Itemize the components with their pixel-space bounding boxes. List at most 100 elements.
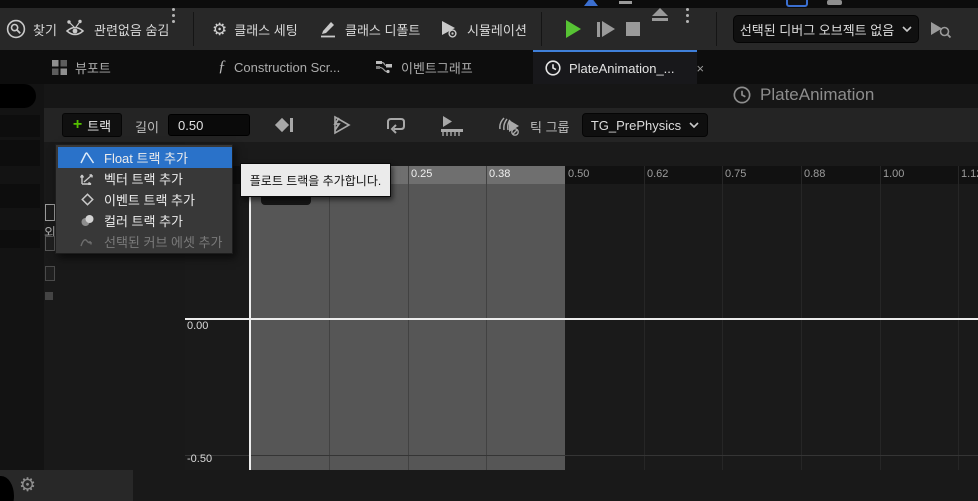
menu-item-add-selected-curve-asset[interactable]: 선택된 커브 에셋 추가 [58, 231, 232, 252]
tab-event-graph-label: 이벤트그래프 [401, 60, 473, 76]
add-track-label: 트랙 [87, 118, 112, 134]
viewport-grid-icon [52, 59, 67, 75]
length-input[interactable] [168, 114, 250, 136]
hide-unrelated-label: 관련없음 숨김 [94, 22, 170, 38]
ruler-tick-label: 1.00 [883, 168, 905, 180]
tab-plate-animation-active[interactable]: PlateAnimation_... × [533, 50, 704, 84]
ruler-tick-label: 0.50 [568, 168, 590, 180]
ruler-tick-label: 0.75 [725, 168, 747, 180]
timeline-panel-header: PlateAnimation [44, 84, 978, 108]
hide-unrelated-button[interactable]: 관련없음 숨김 [63, 8, 169, 50]
last-keyframe-icon[interactable] [274, 115, 296, 135]
tick-group-value: TG_PrePhysics [590, 117, 682, 133]
frame-skip-button[interactable] [597, 8, 615, 50]
tab-construction-script[interactable]: ƒ Construction Scr... [218, 50, 340, 84]
pencil-icon [318, 20, 338, 38]
function-icon: ƒ [218, 58, 226, 75]
gear-icon[interactable]: ⚙ [19, 476, 36, 495]
ruler-tick-label: 0.38 [489, 168, 511, 180]
left-panel-clipped [0, 84, 44, 501]
bottom-strip [133, 470, 978, 501]
chevron-down-icon [689, 122, 699, 128]
frame-skip-icon [597, 21, 615, 37]
menu-item-label: 선택된 커브 에셋 추가 [104, 235, 223, 250]
clipped-gray-icon [619, 1, 632, 4]
debug-filter-button[interactable] [928, 8, 952, 50]
play-button[interactable] [566, 8, 581, 50]
outliner-bottom-toolbar: ⚙ [0, 470, 133, 501]
playhead-line[interactable] [249, 166, 251, 470]
clock-icon [733, 86, 751, 104]
document-tab-bar: 뷰포트 ƒ Construction Scr... 이벤트그래프 PlateAn… [0, 50, 978, 84]
ruler-tick-label: 0.88 [804, 168, 826, 180]
tab-viewport[interactable]: 뷰포트 [52, 50, 111, 84]
timeline-title-label: PlateAnimation [760, 85, 875, 104]
debug-object-dropdown[interactable]: 선택된 디버그 오브젝트 없음 [733, 15, 919, 43]
tick-group-label: 틱 그룹 [530, 120, 570, 135]
main-toolbar: 찾기 관련없음 숨김 ⚙ 클래스 세팅 클래스 디폴트 시뮬레이션 선택된 디버… [0, 8, 978, 50]
timeline-toolbar: + 트랙 길이 틱 그룹 TG_PrePhysics [44, 108, 978, 142]
clipped-pill-button [0, 84, 36, 108]
clipped-top-row [0, 0, 978, 8]
loop-icon[interactable] [384, 115, 408, 135]
tick-group-dropdown[interactable]: TG_PrePhysics [582, 113, 708, 137]
toolbar-separator [541, 12, 542, 46]
tab-active-label: PlateAnimation_... [569, 60, 675, 76]
class-settings-button[interactable]: ⚙ 클래스 세팅 [212, 8, 298, 50]
ruler-tick-label: 0.25 [411, 168, 433, 180]
y-axis-label-neg: -0.50 [187, 453, 213, 465]
tab-close-icon[interactable]: × [697, 61, 705, 76]
tab-construction-label: Construction Scr... [234, 59, 341, 75]
class-defaults-label: 클래스 디폴트 [345, 22, 421, 38]
debug-object-label: 선택된 디버그 오브젝트 없음 [739, 22, 895, 38]
class-defaults-button[interactable]: 클래스 디폴트 [318, 8, 420, 50]
clipped-track-field [45, 236, 55, 251]
timeline-panel: PlateAnimation + 트랙 길이 0.50 틱 그룹 TG_PreP… [44, 84, 978, 470]
menu-item-label: Float 트랙 추가 [104, 151, 188, 166]
unreal-blueprint-editor-window: 찾기 관련없음 숨김 ⚙ 클래스 세팅 클래스 디폴트 시뮬레이션 선택된 디버… [0, 0, 978, 501]
toolbar-separator [716, 12, 717, 46]
chevron-down-icon [902, 26, 912, 32]
ruler-tick-label: 1.12 [961, 168, 978, 180]
clipped-blue-icon [584, 0, 598, 6]
tab-viewport-label: 뷰포트 [75, 60, 111, 76]
ignore-external-curves-icon[interactable] [496, 115, 522, 137]
menu-item-add-vector-track[interactable]: 벡터 트랙 추가 [58, 168, 232, 189]
stop-button[interactable] [626, 8, 640, 50]
eject-button[interactable] [652, 8, 668, 50]
menu-item-label: 이벤트 트랙 추가 [104, 193, 195, 208]
search-icon [6, 19, 26, 39]
menu-item-add-float-track[interactable]: Float 트랙 추가 [58, 147, 232, 168]
menu-item-add-event-track[interactable]: 이벤트 트랙 추가 [58, 189, 232, 210]
color-track-icon [80, 214, 95, 227]
clipped-gray-icon-2 [827, 0, 842, 5]
add-track-menu: Float 트랙 추가 벡터 트랙 추가 이벤트 트랙 추가 컬러 트랙 추가 … [55, 144, 233, 254]
clipped-icon [45, 292, 53, 300]
clipped-round-button [0, 476, 14, 501]
eject-icon [652, 8, 668, 16]
event-diamond-icon [80, 193, 95, 206]
menu-item-label: 벡터 트랙 추가 [104, 172, 183, 187]
float-curve-icon [80, 151, 95, 164]
autoplay-icon[interactable] [329, 115, 353, 135]
tooltip-text: 플로트 트랙을 추가합니다. [249, 173, 382, 188]
clipped-track-field [45, 204, 55, 221]
clipped-track-field [45, 266, 55, 281]
sync-view-ranges-icon[interactable] [439, 115, 465, 137]
clock-icon [545, 60, 561, 76]
simulation-label: 시뮬레이션 [467, 22, 527, 38]
simulation-button[interactable]: 시뮬레이션 [438, 8, 527, 50]
clipped-key-bar [261, 197, 311, 205]
add-track-button[interactable]: + 트랙 [62, 113, 122, 137]
eye-nodes-icon [63, 19, 87, 39]
vector-track-icon [80, 172, 95, 185]
gear-icon: ⚙ [212, 19, 228, 39]
find-options-kebab-icon[interactable] [172, 8, 175, 50]
menu-item-add-color-track[interactable]: 컬러 트랙 추가 [58, 210, 232, 231]
tab-event-graph[interactable]: 이벤트그래프 [376, 50, 473, 84]
play-options-kebab-icon[interactable] [686, 8, 689, 50]
debug-search-icon [928, 19, 952, 39]
curve-asset-icon [80, 235, 95, 248]
graph-nodes-icon [376, 60, 393, 75]
find-button[interactable]: 찾기 [6, 8, 57, 50]
